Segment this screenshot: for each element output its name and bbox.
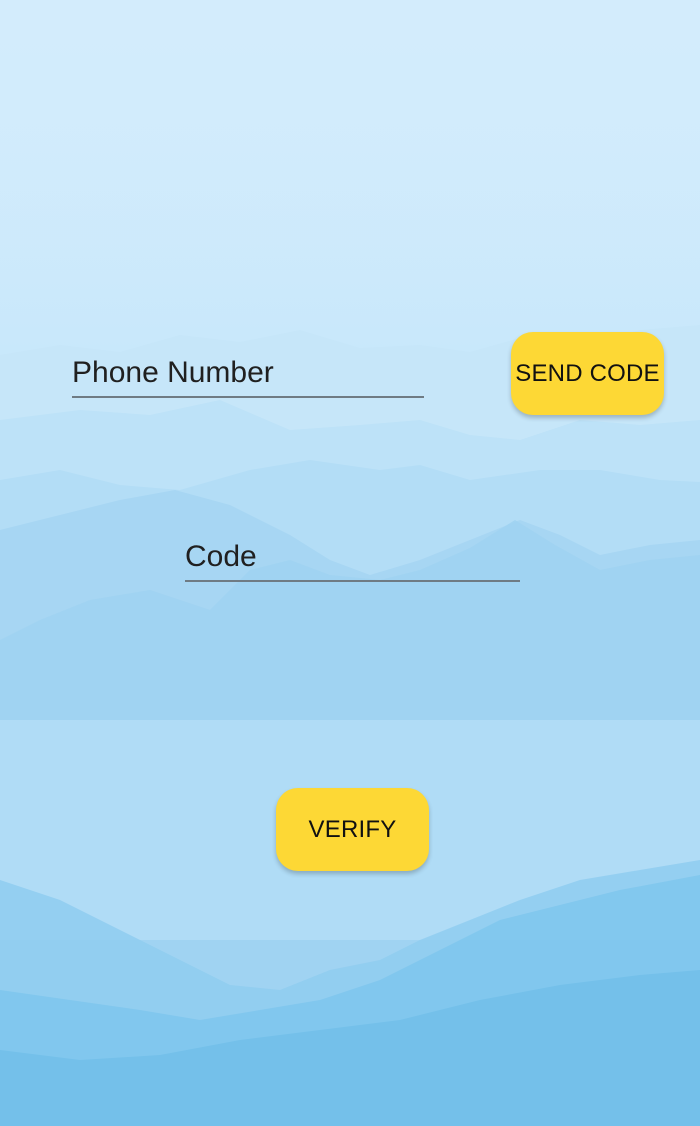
code-input[interactable]: [185, 540, 520, 580]
login-screen: SEND CODE VERIFY: [0, 0, 700, 1126]
verify-button[interactable]: VERIFY: [276, 788, 429, 871]
code-field[interactable]: [185, 532, 520, 582]
phone-number-field[interactable]: [72, 348, 424, 398]
phone-number-input[interactable]: [72, 356, 424, 396]
send-code-button[interactable]: SEND CODE: [511, 332, 664, 415]
